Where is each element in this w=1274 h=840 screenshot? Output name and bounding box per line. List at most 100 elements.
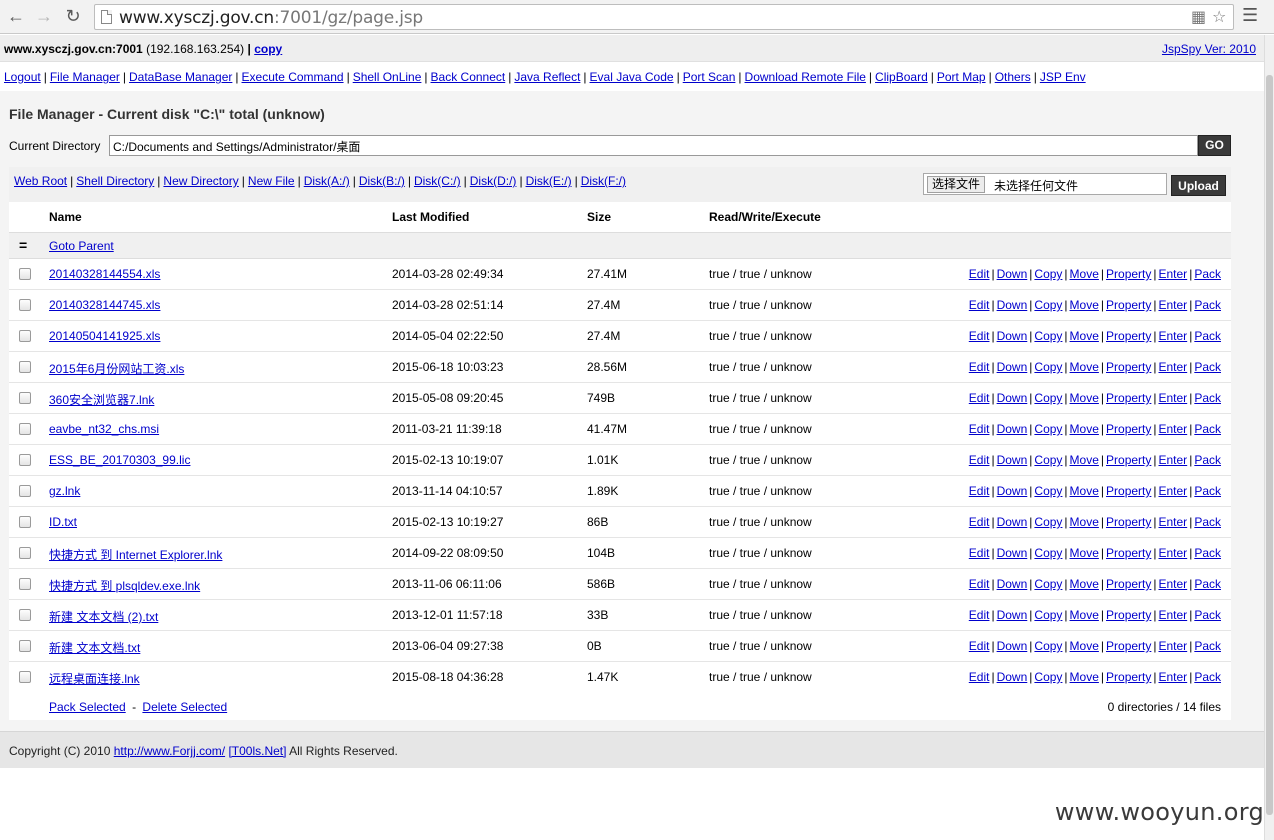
select-checkbox[interactable] <box>19 330 31 342</box>
action-copy-link[interactable]: Copy <box>1034 546 1062 560</box>
shortcut-disk-d[interactable]: Disk(D:/) <box>470 174 517 188</box>
shortcut-disk-f[interactable]: Disk(F:/) <box>581 174 626 188</box>
action-pack-link[interactable]: Pack <box>1194 391 1221 405</box>
action-enter-link[interactable]: Enter <box>1159 608 1188 622</box>
action-enter-link[interactable]: Enter <box>1159 422 1188 436</box>
action-copy-link[interactable]: Copy <box>1034 670 1062 684</box>
action-property-link[interactable]: Property <box>1106 453 1151 467</box>
scroll-thumb[interactable] <box>1266 75 1273 815</box>
action-pack-link[interactable]: Pack <box>1194 329 1221 343</box>
select-checkbox[interactable] <box>19 268 31 280</box>
action-move-link[interactable]: Move <box>1070 360 1099 374</box>
action-pack-link[interactable]: Pack <box>1194 453 1221 467</box>
shortcut-new-directory[interactable]: New Directory <box>163 174 238 188</box>
select-checkbox[interactable] <box>19 423 31 435</box>
action-enter-link[interactable]: Enter <box>1159 484 1188 498</box>
menu-port-map[interactable]: Port Map <box>937 70 986 84</box>
shortcut-shell-directory[interactable]: Shell Directory <box>76 174 154 188</box>
menu-execute-command[interactable]: Execute Command <box>242 70 344 84</box>
action-copy-link[interactable]: Copy <box>1034 515 1062 529</box>
action-down-link[interactable]: Down <box>997 670 1028 684</box>
action-move-link[interactable]: Move <box>1070 670 1099 684</box>
menu-download-remote-file[interactable]: Download Remote File <box>745 70 866 84</box>
copy-link[interactable]: copy <box>254 42 282 56</box>
delete-selected-link[interactable]: Delete Selected <box>142 700 227 714</box>
select-checkbox[interactable] <box>19 671 31 683</box>
shortcut-disk-b[interactable]: Disk(B:/) <box>359 174 405 188</box>
menu-java-reflect[interactable]: Java Reflect <box>514 70 580 84</box>
action-property-link[interactable]: Property <box>1106 639 1151 653</box>
action-down-link[interactable]: Down <box>997 484 1028 498</box>
action-copy-link[interactable]: Copy <box>1034 298 1062 312</box>
menu-shell-online[interactable]: Shell OnLine <box>353 70 422 84</box>
action-down-link[interactable]: Down <box>997 422 1028 436</box>
menu-eval-java-code[interactable]: Eval Java Code <box>590 70 674 84</box>
action-property-link[interactable]: Property <box>1106 546 1151 560</box>
action-pack-link[interactable]: Pack <box>1194 577 1221 591</box>
action-down-link[interactable]: Down <box>997 267 1028 281</box>
action-edit-link[interactable]: Edit <box>969 515 990 529</box>
scrollbar[interactable] <box>1264 35 1274 840</box>
action-down-link[interactable]: Down <box>997 391 1028 405</box>
action-move-link[interactable]: Move <box>1070 608 1099 622</box>
select-checkbox[interactable] <box>19 547 31 559</box>
current-directory-input[interactable]: C:/Documents and Settings/Administrator/… <box>109 135 1198 156</box>
action-edit-link[interactable]: Edit <box>969 298 990 312</box>
action-property-link[interactable]: Property <box>1106 298 1151 312</box>
action-edit-link[interactable]: Edit <box>969 453 990 467</box>
file-name-link[interactable]: ESS_BE_20170303_99.lic <box>49 453 190 467</box>
file-name-link[interactable]: 20140504141925.xls <box>49 329 160 343</box>
file-name-link[interactable]: 新建 文本文档.txt <box>49 639 140 656</box>
action-edit-link[interactable]: Edit <box>969 360 990 374</box>
action-edit-link[interactable]: Edit <box>969 484 990 498</box>
shortcut-disk-c[interactable]: Disk(C:/) <box>414 174 461 188</box>
action-move-link[interactable]: Move <box>1070 298 1099 312</box>
action-copy-link[interactable]: Copy <box>1034 267 1062 281</box>
t00ls-link[interactable]: [T00ls.Net] <box>228 744 286 758</box>
file-name-link[interactable]: 新建 文本文档 (2).txt <box>49 608 158 625</box>
forjj-link[interactable]: http://www.Forjj.com/ <box>114 744 225 758</box>
goto-parent-link[interactable]: Goto Parent <box>49 239 114 253</box>
action-copy-link[interactable]: Copy <box>1034 360 1062 374</box>
version-link[interactable]: JspSpy Ver: 2010 <box>1162 42 1256 56</box>
action-move-link[interactable]: Move <box>1070 329 1099 343</box>
menu-icon[interactable]: ☰ <box>1242 5 1258 26</box>
action-move-link[interactable]: Move <box>1070 453 1099 467</box>
shortcut-new-file[interactable]: New File <box>248 174 295 188</box>
action-edit-link[interactable]: Edit <box>969 422 990 436</box>
file-name-link[interactable]: ID.txt <box>49 515 77 529</box>
go-button[interactable]: GO <box>1198 135 1231 156</box>
select-checkbox[interactable] <box>19 361 31 373</box>
action-move-link[interactable]: Move <box>1070 546 1099 560</box>
menu-others[interactable]: Others <box>995 70 1031 84</box>
back-arrow-icon[interactable]: ← <box>5 5 27 27</box>
action-enter-link[interactable]: Enter <box>1159 670 1188 684</box>
action-move-link[interactable]: Move <box>1070 267 1099 281</box>
menu-back-connect[interactable]: Back Connect <box>431 70 506 84</box>
action-property-link[interactable]: Property <box>1106 422 1151 436</box>
action-down-link[interactable]: Down <box>997 329 1028 343</box>
action-pack-link[interactable]: Pack <box>1194 639 1221 653</box>
action-pack-link[interactable]: Pack <box>1194 670 1221 684</box>
action-enter-link[interactable]: Enter <box>1159 391 1188 405</box>
action-property-link[interactable]: Property <box>1106 267 1151 281</box>
select-checkbox[interactable] <box>19 640 31 652</box>
action-enter-link[interactable]: Enter <box>1159 577 1188 591</box>
action-edit-link[interactable]: Edit <box>969 608 990 622</box>
select-checkbox[interactable] <box>19 578 31 590</box>
action-edit-link[interactable]: Edit <box>969 391 990 405</box>
action-enter-link[interactable]: Enter <box>1159 639 1188 653</box>
action-pack-link[interactable]: Pack <box>1194 267 1221 281</box>
action-enter-link[interactable]: Enter <box>1159 546 1188 560</box>
action-enter-link[interactable]: Enter <box>1159 360 1188 374</box>
action-down-link[interactable]: Down <box>997 639 1028 653</box>
file-name-link[interactable]: 快捷方式 到 Internet Explorer.lnk <box>49 546 222 563</box>
select-checkbox[interactable] <box>19 485 31 497</box>
menu-port-scan[interactable]: Port Scan <box>683 70 736 84</box>
action-copy-link[interactable]: Copy <box>1034 391 1062 405</box>
action-move-link[interactable]: Move <box>1070 577 1099 591</box>
action-copy-link[interactable]: Copy <box>1034 577 1062 591</box>
menu-logout[interactable]: Logout <box>4 70 41 84</box>
select-checkbox[interactable] <box>19 454 31 466</box>
action-down-link[interactable]: Down <box>997 298 1028 312</box>
